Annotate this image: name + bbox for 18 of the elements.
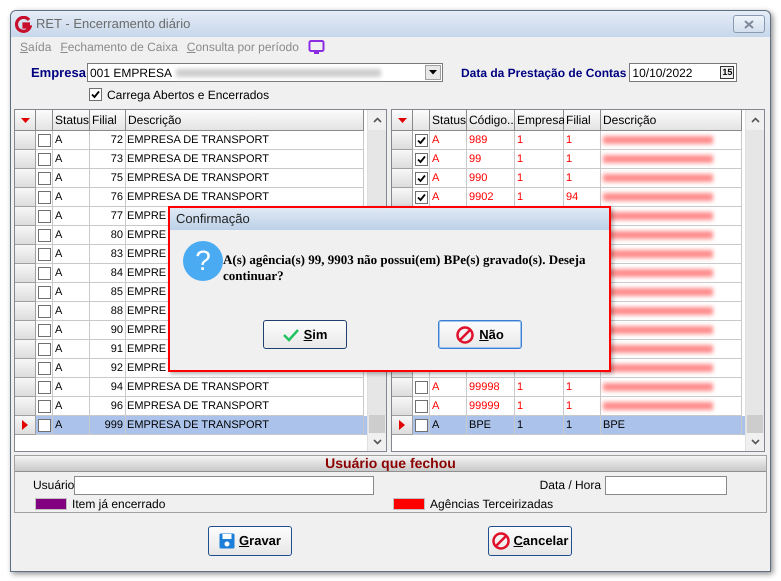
field-label: Empresa xyxy=(31,64,87,82)
legend-label: Item já encerrado xyxy=(72,496,166,513)
dialog-title: Confirmação xyxy=(170,208,609,230)
field-label: Usuário xyxy=(33,477,74,494)
legend-label: Agências Terceirizadas xyxy=(430,496,554,513)
table-cell: 1 xyxy=(515,416,564,435)
table-cell: EMPRESA DE TRANSPORT xyxy=(126,416,364,435)
table-cell: BPE xyxy=(601,416,742,435)
table-cell: A xyxy=(430,416,467,435)
table-cell: 1 xyxy=(564,416,601,435)
question-icon: ? xyxy=(183,241,223,281)
field-label: Data / Hora xyxy=(540,477,601,494)
table-cell: BPE xyxy=(467,416,515,435)
table-cell: 999 xyxy=(90,416,126,435)
section-header: Usuário que fechou xyxy=(15,456,766,472)
field-label: Data da Prestação de Contas xyxy=(461,64,626,82)
table-cell: A xyxy=(53,416,90,435)
window-title: RET - Encerramento diário xyxy=(36,15,190,34)
